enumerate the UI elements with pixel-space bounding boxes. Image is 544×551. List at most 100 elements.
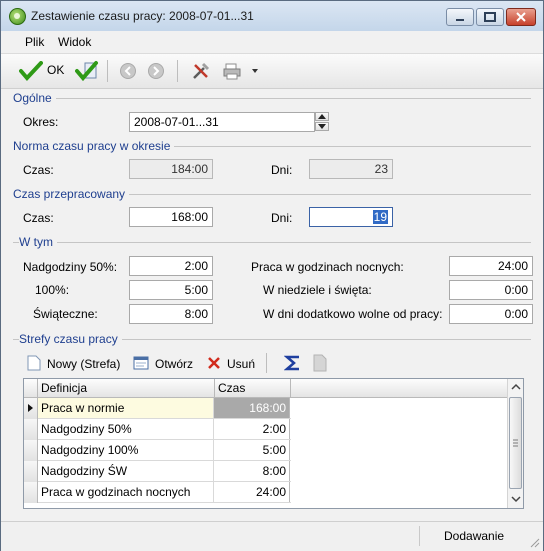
tools-button[interactable] [191,61,211,81]
toolbar-separator [177,60,178,82]
table-scrollbar[interactable] [507,379,523,508]
night-work-field[interactable]: 24:00 [449,256,533,276]
sigma-icon [283,355,299,371]
sundays-field[interactable]: 0:00 [449,280,533,300]
new-zone-label: Nowy (Strefa) [47,357,121,371]
cell-definition[interactable]: Praca w godzinach nocnych [38,482,214,502]
window-title: Zestawienie czasu pracy: 2008-07-01...31 [31,9,254,23]
app-icon [9,8,26,25]
ok-button[interactable]: OK [19,59,69,83]
norm-days-field: 23 [309,159,393,179]
cell-time[interactable]: 168:00 [214,398,290,418]
norm-time-field: 184:00 [129,159,213,179]
close-icon [516,12,526,22]
worked-days-field[interactable]: 19 [309,207,393,227]
scroll-down-button[interactable] [509,492,523,506]
cell-time[interactable]: 8:00 [214,461,290,481]
checkmark-icon [19,61,43,81]
new-zone-button[interactable]: Nowy (Strefa) [27,353,123,373]
next-button[interactable] [147,62,165,80]
resize-grip-icon[interactable] [528,536,540,548]
column-divider [290,379,291,397]
chevron-up-icon [318,114,326,119]
sum-button[interactable] [283,353,302,373]
norm-time-label: Czas: [23,163,54,177]
holiday-overtime-field[interactable]: 8:00 [129,304,213,324]
table-row[interactable]: Praca w normie 168:00 [24,398,291,419]
main-window: Zestawienie czasu pracy: 2008-07-01...31… [0,0,544,551]
overtime-100-label: 100%: [35,283,70,297]
extra-days-field[interactable]: 0:00 [449,304,533,324]
cell-definition[interactable]: Praca w normie [38,398,214,418]
document-check-icon [75,61,98,82]
menu-widok[interactable]: Widok [58,35,91,49]
delete-label: Usuń [227,357,256,371]
worked-days-value: 19 [372,210,388,224]
section-worked-title: Czas przepracowany [13,187,130,201]
minimize-icon [456,19,464,21]
row-header [24,440,38,461]
current-row-arrow-icon [28,404,33,412]
period-field[interactable]: 2008-07-01...31 [129,112,315,132]
menu-bar: Plik Widok [1,31,543,54]
close-button[interactable] [506,8,536,26]
table-row[interactable]: Praca w godzinach nocnych 24:00 [24,482,291,503]
overtime-50-field[interactable]: 2:00 [129,256,213,276]
section-norm-title: Norma czasu pracy w okresie [13,139,175,153]
open-form-icon [133,356,149,370]
toolbar-separator [107,60,108,82]
night-work-label: Praca w godzinach nocnych: [251,260,404,274]
chevron-up-icon [511,383,521,390]
scroll-thumb[interactable] [509,397,522,489]
row-header [24,461,38,482]
period-label: Okres: [23,115,59,129]
section-zones-title: Strefy czasu pracy [19,332,122,346]
previous-button[interactable] [119,62,137,80]
table-row[interactable]: Nadgodziny ŚW 8:00 [24,461,291,482]
cell-time[interactable]: 5:00 [214,440,290,460]
arrow-right-icon [148,63,164,79]
period-spin-up[interactable] [315,112,329,121]
section-including-title: W tym [19,235,57,249]
worked-days-label: Dni: [271,211,293,225]
status-bar: Dodawanie [1,521,543,551]
cell-time[interactable]: 24:00 [214,482,290,502]
cell-definition[interactable]: Nadgodziny 100% [38,440,214,460]
cell-definition[interactable]: Nadgodziny ŚW [38,461,214,481]
open-label: Otwórz [155,357,194,371]
table-row[interactable]: Nadgodziny 100% 5:00 [24,440,291,461]
overtime-50-label: Nadgodziny 50%: [23,260,118,274]
column-header-definition[interactable]: Definicja [41,381,87,395]
save-and-check-button[interactable] [75,59,99,83]
column-header-time[interactable]: Czas [218,381,245,395]
cell-definition[interactable]: Nadgodziny 50% [38,419,214,439]
new-document-icon [27,355,41,371]
overtime-100-field[interactable]: 5:00 [129,280,213,300]
minimize-button[interactable] [446,8,474,26]
maximize-button[interactable] [476,8,504,26]
worked-time-field[interactable]: 168:00 [129,207,213,227]
open-button[interactable]: Otwórz [133,353,195,373]
print-button[interactable] [223,61,263,81]
scroll-up-button[interactable] [509,380,523,394]
delete-button[interactable]: Usuń [207,353,259,373]
cell-time[interactable]: 2:00 [214,419,290,439]
table-header: Definicja Czas [24,379,508,398]
row-header-corner [24,379,38,397]
column-divider [214,379,215,397]
main-toolbar: OK [1,54,543,89]
grip-icon [513,439,518,447]
table-row[interactable]: Nadgodziny 50% 2:00 [24,419,291,440]
tools-icon [193,62,210,79]
menu-plik[interactable]: Plik [25,35,44,49]
section-divider [13,98,531,99]
holiday-overtime-label: Świąteczne: [33,307,98,321]
title-bar: Zestawienie czasu pracy: 2008-07-01...31 [1,1,543,32]
disabled-action-button[interactable] [313,354,327,372]
chevron-down-icon [318,124,326,129]
chevron-down-icon [511,496,521,503]
period-spin-down[interactable] [315,122,329,131]
norm-days-label: Dni: [271,163,293,177]
row-header [24,398,38,419]
row-header [24,419,38,440]
